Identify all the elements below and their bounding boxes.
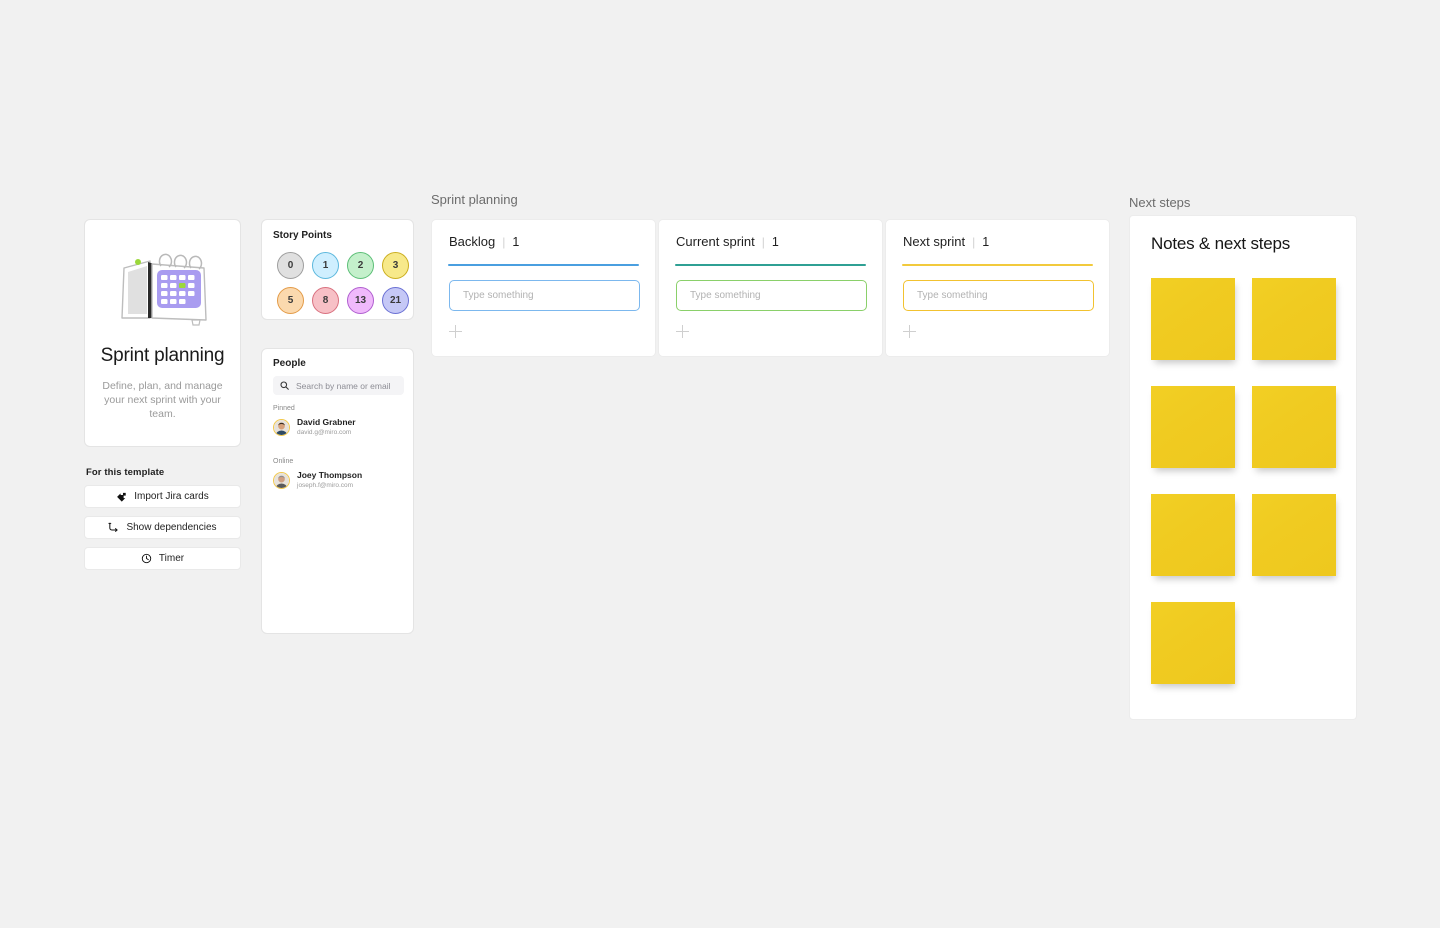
sticky-note[interactable] [1252, 386, 1336, 468]
story-points-grid: 0 1 2 3 5 8 13 21 [273, 248, 413, 318]
story-point-cell: 5 [273, 283, 308, 318]
next-steps-section-label: Next steps [1129, 195, 1191, 210]
sticky-note[interactable] [1151, 278, 1235, 360]
story-point-chip-13[interactable]: 13 [347, 287, 374, 314]
plus-icon[interactable] [903, 325, 917, 339]
people-search-input[interactable] [294, 379, 409, 392]
sprint-planning-section-label: Sprint planning [431, 192, 518, 207]
column-accent-rule [448, 264, 639, 266]
person-name: Joey Thompson [297, 470, 363, 480]
people-list-item[interactable]: David Grabner david.g@miro.com [273, 417, 356, 437]
timer-button[interactable]: Timer [84, 547, 241, 570]
story-point-cell: 8 [308, 283, 343, 318]
template-info-card: Sprint planning Define, plan, and manage… [84, 219, 241, 447]
avatar [273, 418, 290, 436]
column-title: Backlog [449, 234, 496, 249]
template-description: Define, plan, and manage your next sprin… [102, 380, 223, 420]
plus-icon[interactable] [449, 325, 463, 339]
miro-board-canvas[interactable]: Sprint planning Define, plan, and manage… [0, 0, 1440, 928]
template-title: Sprint planning [100, 345, 225, 366]
column-accent-rule [675, 264, 866, 266]
story-point-cell: 2 [343, 248, 378, 283]
sticky-note-slot [1252, 494, 1353, 602]
sticky-note-slot [1151, 494, 1252, 602]
story-point-cell: 13 [343, 283, 378, 318]
column-next-sprint: Next sprint | 1 [885, 219, 1110, 357]
show-dependencies-label: Show dependencies [126, 522, 217, 533]
people-group-label: Online [273, 458, 294, 465]
timer-clock-icon [141, 553, 152, 564]
sticky-note[interactable] [1151, 386, 1235, 468]
sticky-note[interactable] [1252, 494, 1336, 576]
story-point-cell: 1 [308, 248, 343, 283]
story-point-chip-0[interactable]: 0 [277, 252, 304, 279]
sticky-note-slot [1151, 386, 1252, 494]
column-header: Current sprint | 1 [676, 234, 779, 249]
story-point-chip-1[interactable]: 1 [312, 252, 339, 279]
sticky-notes-grid [1151, 278, 1353, 710]
story-point-cell: 3 [378, 248, 413, 283]
story-point-cell: 21 [378, 283, 413, 318]
story-points-card: Story Points 0 1 2 3 5 8 13 21 [261, 219, 414, 320]
column-accent-rule [902, 264, 1093, 266]
column-card-input-wrapper[interactable] [676, 280, 867, 311]
desk-calendar-illustration [108, 246, 218, 328]
sticky-note[interactable] [1151, 602, 1235, 684]
people-group-label: Pinned [273, 405, 295, 412]
avatar [273, 471, 290, 489]
people-title: People [273, 358, 306, 369]
column-count: 1 [982, 235, 990, 249]
column-card-input-wrapper[interactable] [449, 280, 640, 311]
story-point-chip-21[interactable]: 21 [382, 287, 409, 314]
story-point-chip-8[interactable]: 8 [312, 287, 339, 314]
search-icon [280, 377, 289, 395]
notes-next-steps-board: Notes & next steps [1129, 215, 1357, 720]
column-separator: | [972, 235, 976, 249]
people-card: People PinnedDavid Grabner david.g@miro.c… [261, 348, 414, 634]
dependencies-icon [108, 522, 119, 533]
column-title: Next sprint [903, 234, 966, 249]
story-point-chip-2[interactable]: 2 [347, 252, 374, 279]
story-point-chip-3[interactable]: 3 [382, 252, 409, 279]
column-title: Current sprint [676, 234, 755, 249]
column-card-input[interactable] [461, 289, 639, 302]
import-jira-cards-button[interactable]: Import Jira cards [84, 485, 241, 508]
plus-icon[interactable] [676, 325, 690, 339]
people-search-box[interactable] [273, 376, 409, 395]
column-count: 1 [771, 235, 779, 249]
sticky-note-slot [1151, 278, 1252, 386]
column-card-input[interactable] [915, 289, 1093, 302]
column-separator: | [502, 235, 506, 249]
story-point-cell: 0 [273, 248, 308, 283]
notes-board-title: Notes & next steps [1151, 234, 1291, 253]
person-name: David Grabner [297, 417, 356, 427]
people-list-item[interactable]: Joey Thompson joseph.f@miro.com [273, 470, 362, 490]
sticky-note-slot [1151, 602, 1252, 710]
timer-label: Timer [158, 553, 185, 564]
column-header: Backlog | 1 [449, 234, 519, 249]
column-backlog: Backlog | 1 [431, 219, 656, 357]
sticky-note[interactable] [1252, 278, 1336, 360]
import-jira-cards-label: Import Jira cards [134, 491, 209, 502]
sticky-note[interactable] [1151, 494, 1235, 576]
sticky-note-slot [1252, 278, 1353, 386]
person-email: david.g@miro.com [297, 429, 352, 436]
jira-import-icon [116, 491, 127, 502]
column-count: 1 [512, 235, 520, 249]
sticky-note-slot [1252, 386, 1353, 494]
person-email: joseph.f@miro.com [297, 482, 354, 489]
column-separator: | [761, 235, 765, 249]
column-card-input-wrapper[interactable] [903, 280, 1094, 311]
column-card-input[interactable] [688, 289, 866, 302]
story-points-title: Story Points [273, 230, 332, 241]
story-point-chip-5[interactable]: 5 [277, 287, 304, 314]
column-current-sprint: Current sprint | 1 [658, 219, 883, 357]
show-dependencies-button[interactable]: Show dependencies [84, 516, 241, 539]
column-header: Next sprint | 1 [903, 234, 989, 249]
for-this-template-label: For this template [86, 467, 165, 478]
